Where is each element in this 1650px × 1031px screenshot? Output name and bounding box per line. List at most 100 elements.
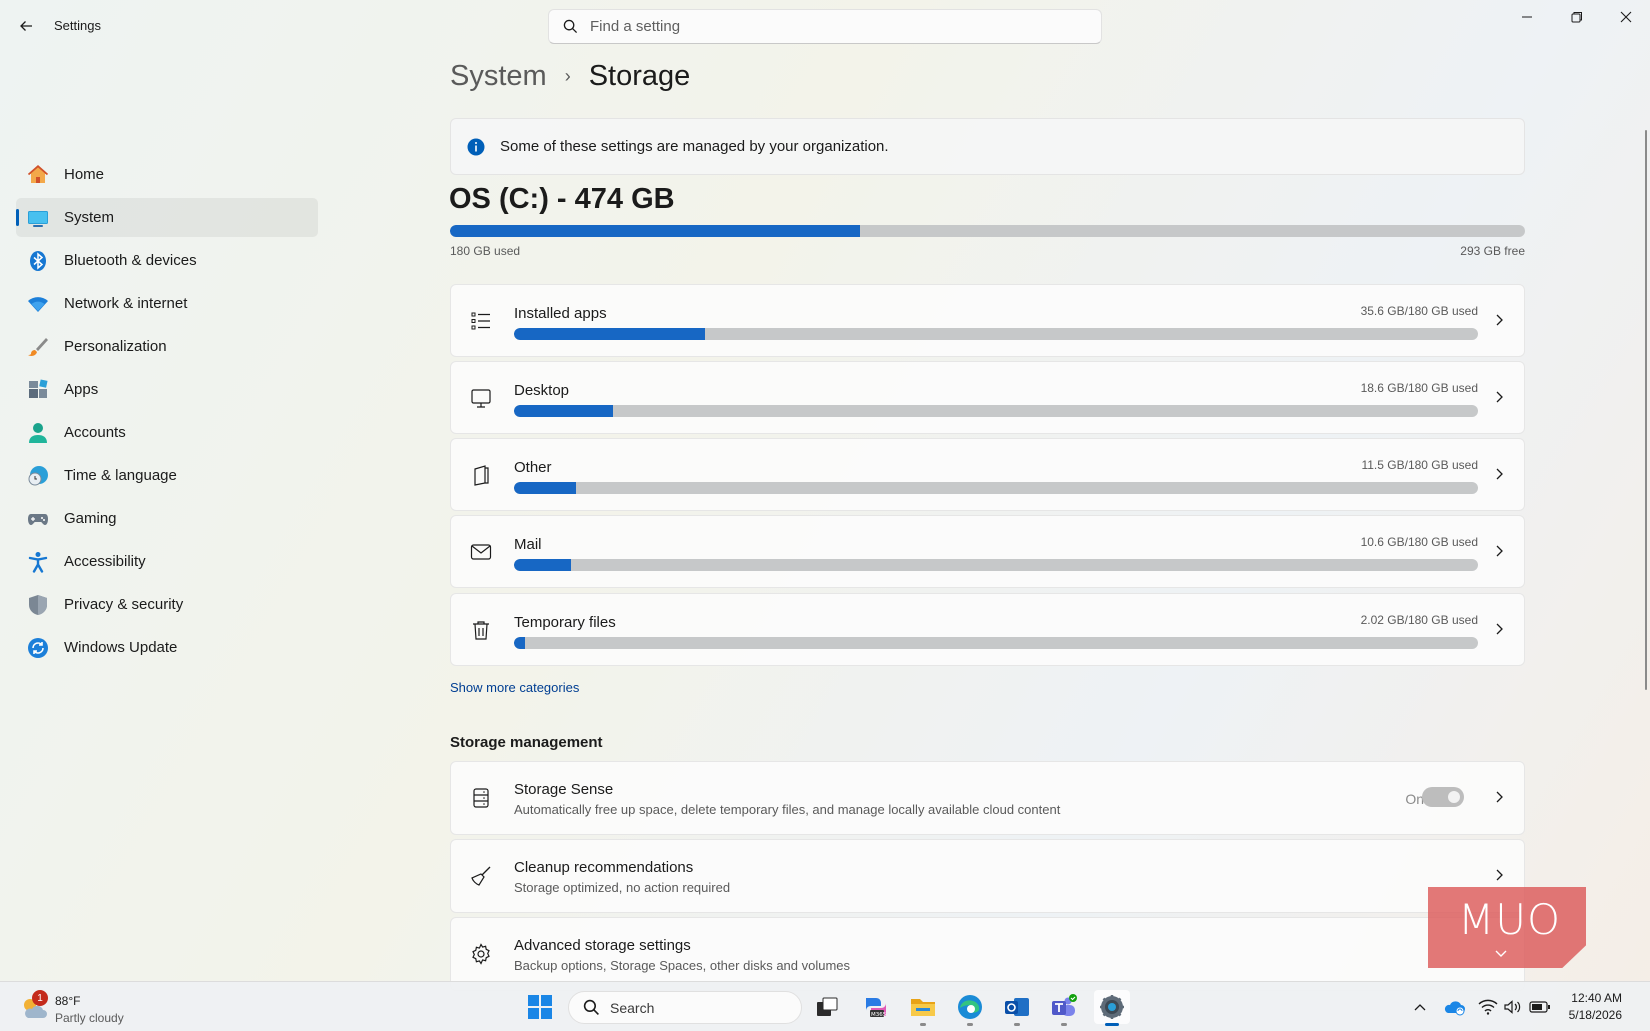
trash-icon [469, 618, 493, 642]
close-icon [1620, 11, 1632, 23]
m365-copilot-icon: M365 [866, 998, 887, 1018]
weather-condition: Partly cloudy [55, 1011, 124, 1025]
windows-logo-icon [528, 995, 552, 1019]
muo-watermark-logo: MUO [1428, 887, 1586, 968]
sidebar-item-accounts[interactable]: Accounts [16, 413, 318, 452]
category-usage-fill [514, 559, 571, 571]
cleanup-recommendations-card[interactable]: Cleanup recommendations Storage optimize… [450, 839, 1525, 913]
taskbar-clock[interactable]: 12:40 AM 5/18/2026 [1569, 990, 1622, 1024]
sidebar-item-home[interactable]: Home [16, 155, 318, 194]
category-size: 2.02 GB/180 GB used [1360, 613, 1478, 627]
onedrive-sync-icon[interactable] [1444, 996, 1466, 1018]
category-usage-fill [514, 637, 525, 649]
storage-sense-description: Automatically free up space, delete temp… [514, 802, 1061, 817]
category-installed-apps[interactable]: Installed apps 35.6 GB/180 GB used [450, 284, 1525, 357]
battery-icon[interactable] [1529, 996, 1551, 1018]
sidebar-nav: Home System Bluetooth & devices Network … [16, 155, 318, 671]
category-label: Temporary files [514, 614, 616, 631]
chevron-right-icon [1494, 390, 1504, 404]
settings-search-box[interactable] [548, 9, 1102, 44]
advanced-storage-settings-card[interactable]: Advanced storage settings Backup options… [450, 917, 1525, 991]
category-desktop[interactable]: Desktop 18.6 GB/180 GB used [450, 361, 1525, 434]
teams-button[interactable] [1046, 990, 1082, 1026]
title-bar: Settings [0, 0, 1650, 52]
task-view-button[interactable] [809, 990, 845, 1024]
storage-sense-card[interactable]: Storage Sense Automatically free up spac… [450, 761, 1525, 835]
copilot-m365-button[interactable]: M365 [858, 990, 894, 1024]
chevron-right-icon [1494, 868, 1504, 882]
sidebar-item-privacy[interactable]: Privacy & security [16, 585, 318, 624]
sidebar-item-label: Home [64, 166, 105, 183]
weather-widget[interactable]: 1 88°F Partly cloudy [18, 988, 158, 1028]
managed-by-org-infobar: Some of these settings are managed by yo… [450, 118, 1525, 175]
sidebar-item-label: Bluetooth & devices [64, 252, 197, 269]
weather-temperature: 88°F [55, 994, 81, 1008]
gamepad-icon [27, 508, 49, 530]
category-label: Other [514, 459, 552, 476]
chevron-right-icon [1494, 622, 1504, 636]
chevron-up-icon[interactable] [1409, 996, 1431, 1018]
gear-icon [469, 942, 493, 966]
sidebar-item-personalization[interactable]: Personalization [16, 327, 318, 366]
person-icon [27, 422, 49, 444]
sidebar-item-apps[interactable]: Apps [16, 370, 318, 409]
start-button[interactable] [522, 990, 558, 1024]
category-size: 11.5 GB/180 GB used [1361, 458, 1478, 472]
scrollbar[interactable] [1645, 130, 1647, 690]
list-icon [469, 309, 493, 333]
sidebar-item-label: Accounts [64, 424, 126, 441]
taskbar-search[interactable]: Search [568, 991, 802, 1024]
show-more-categories-link[interactable]: Show more categories [450, 680, 579, 695]
close-button[interactable] [1603, 6, 1649, 28]
accessibility-icon [27, 551, 49, 573]
storage-sense-toggle-label: On [1405, 791, 1424, 807]
outlook-button[interactable] [999, 990, 1035, 1026]
cleanup-recommendations-description: Storage optimized, no action required [514, 880, 731, 895]
settings-app-button[interactable] [1094, 990, 1130, 1026]
sidebar-item-bluetooth[interactable]: Bluetooth & devices [16, 241, 318, 280]
sidebar-item-network[interactable]: Network & internet [16, 284, 318, 323]
sidebar-item-accessibility[interactable]: Accessibility [16, 542, 318, 581]
category-usage-fill [514, 482, 576, 494]
folder-icon [911, 999, 935, 1016]
search-icon [583, 999, 600, 1016]
category-temporary-files[interactable]: Temporary files 2.02 GB/180 GB used [450, 593, 1525, 666]
category-label: Installed apps [514, 305, 607, 322]
advanced-storage-settings-description: Backup options, Storage Spaces, other di… [514, 958, 851, 973]
storage-management-heading: Storage management [450, 734, 603, 751]
sidebar-item-windows-update[interactable]: Windows Update [16, 628, 318, 667]
wifi-status-icon[interactable] [1477, 996, 1499, 1018]
category-usage-bar [514, 637, 1478, 649]
app-title: Settings [54, 18, 101, 33]
broom-icon [469, 864, 493, 888]
chevron-right-icon [1494, 790, 1504, 804]
category-usage-fill [514, 405, 614, 417]
drive-title: OS (C:) - 474 GB [449, 183, 675, 215]
back-button[interactable] [14, 14, 38, 38]
file-explorer-button[interactable] [905, 990, 941, 1026]
mail-icon [469, 540, 493, 564]
sidebar-item-system[interactable]: System [16, 198, 318, 237]
category-size: 35.6 GB/180 GB used [1360, 304, 1478, 318]
sidebar-item-gaming[interactable]: Gaming [16, 499, 318, 538]
search-input[interactable] [590, 18, 1070, 35]
drive-free-label: 293 GB free [1460, 244, 1525, 258]
category-other[interactable]: Other 11.5 GB/180 GB used [450, 438, 1525, 511]
category-usage-bar [514, 559, 1478, 571]
storage-sense-toggle[interactable] [1422, 787, 1464, 807]
category-size: 18.6 GB/180 GB used [1360, 381, 1478, 395]
sidebar-item-time-language[interactable]: Time & language [16, 456, 318, 495]
brush-icon [27, 336, 49, 358]
clock-time: 12:40 AM [1571, 991, 1622, 1005]
category-usage-bar [514, 328, 1478, 340]
sidebar-item-label: Accessibility [64, 553, 146, 570]
breadcrumb-parent[interactable]: System [450, 60, 547, 93]
volume-icon[interactable] [1502, 996, 1524, 1018]
category-mail[interactable]: Mail 10.6 GB/180 GB used [450, 515, 1525, 588]
watermark-text: MUO [1458, 895, 1562, 944]
sidebar-item-label: Apps [64, 381, 99, 398]
restore-button[interactable] [1554, 6, 1600, 28]
edge-browser-button[interactable] [952, 990, 988, 1026]
minimize-button[interactable] [1504, 6, 1550, 28]
sidebar-item-label: System [64, 209, 115, 226]
